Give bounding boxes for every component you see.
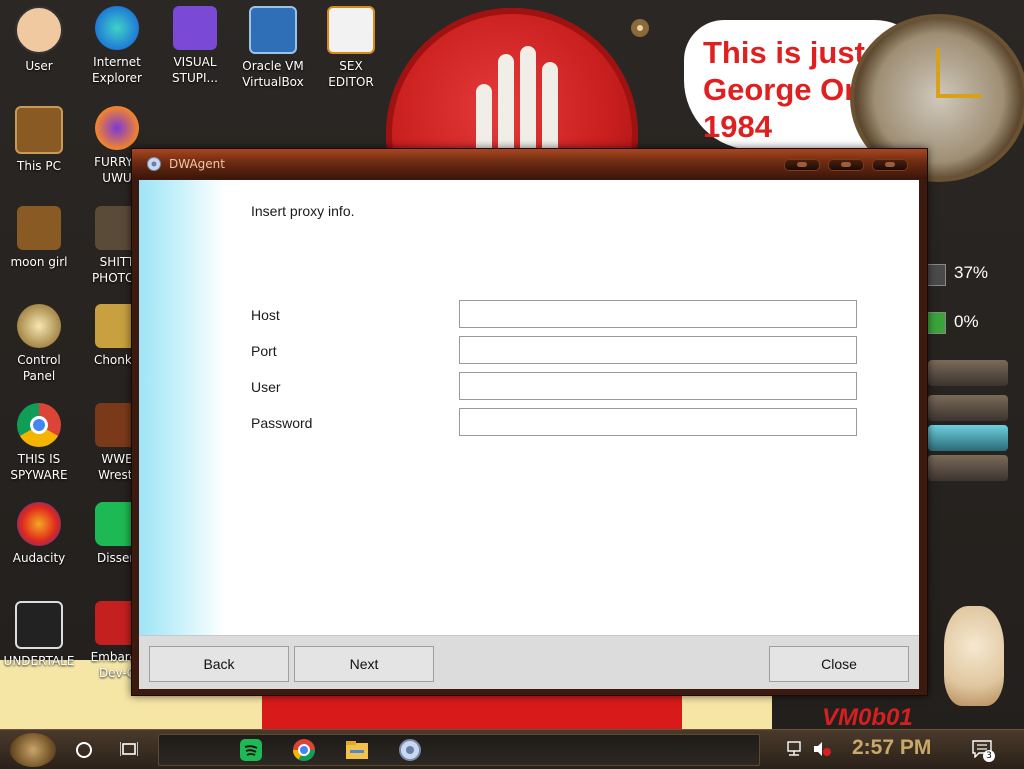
hex-editor-icon bbox=[327, 6, 375, 54]
gear-icon bbox=[631, 19, 649, 37]
computer-icon bbox=[15, 106, 63, 154]
virtualbox-icon bbox=[249, 6, 297, 54]
desktop-icon-audacity[interactable]: Audacity bbox=[0, 502, 78, 566]
host-input[interactable] bbox=[459, 300, 857, 328]
start-button[interactable] bbox=[10, 733, 56, 767]
file-explorer-icon[interactable] bbox=[344, 737, 370, 763]
window-title: DWAgent bbox=[169, 157, 225, 171]
next-button[interactable]: Next bbox=[294, 646, 434, 682]
lightbulb-icon bbox=[17, 304, 61, 348]
hamster-image bbox=[944, 606, 1004, 706]
desktop-icon-moon-girl[interactable]: moon girl bbox=[0, 206, 78, 270]
window-titlebar[interactable]: DWAgent bbox=[132, 149, 927, 179]
desktop-icon-user[interactable]: User bbox=[0, 6, 78, 74]
spotify-icon[interactable] bbox=[238, 737, 264, 763]
wallpaper-watermark: VM0b01 bbox=[822, 704, 913, 731]
desktop-icon-control-panel[interactable]: Control Panel bbox=[0, 304, 78, 384]
cpu-percent: 37% bbox=[954, 263, 989, 282]
desktop-icon-chrome[interactable]: THIS IS SPYWARE bbox=[0, 403, 78, 483]
chrome-icon bbox=[17, 403, 61, 447]
host-label: Host bbox=[251, 307, 280, 323]
task-view-icon[interactable] bbox=[120, 741, 138, 757]
user-avatar-icon bbox=[15, 6, 63, 54]
maximize-button[interactable] bbox=[828, 159, 864, 171]
close-window-button[interactable] bbox=[872, 159, 908, 171]
back-button[interactable]: Back bbox=[149, 646, 289, 682]
network-icon[interactable] bbox=[786, 740, 806, 758]
search-circle-icon[interactable] bbox=[76, 742, 92, 758]
close-button[interactable]: Close bbox=[769, 646, 909, 682]
folder-icon bbox=[17, 206, 61, 250]
desktop-icon-internet-explorer[interactable]: Internet Explorer bbox=[78, 6, 156, 86]
desktop-icon-virtualbox[interactable]: Oracle VM VirtualBox bbox=[234, 6, 312, 90]
port-label: Port bbox=[251, 343, 277, 359]
visual-studio-icon bbox=[173, 6, 217, 50]
notification-count-badge: 3 bbox=[983, 750, 995, 762]
window-client-area: Insert proxy info. Host Port User Passwo… bbox=[139, 180, 919, 689]
audacity-icon bbox=[17, 502, 61, 546]
dwagent-app-icon bbox=[147, 157, 161, 171]
user-label: User bbox=[251, 379, 281, 395]
desktop-icon-hex-editor[interactable]: SEX EDITOR bbox=[312, 6, 390, 90]
dwagent-icon[interactable] bbox=[397, 737, 423, 763]
taskbar: 2:57 PM 3 bbox=[0, 729, 1024, 769]
password-input[interactable] bbox=[459, 408, 857, 436]
memory-percent: 0% bbox=[954, 312, 979, 331]
memory-gauge-icon bbox=[926, 312, 946, 334]
edge-browser-icon bbox=[95, 6, 139, 50]
proxy-prompt: Insert proxy info. bbox=[251, 203, 355, 219]
port-input[interactable] bbox=[459, 336, 857, 364]
volume-muted-icon[interactable] bbox=[812, 740, 832, 758]
decorative-gradient bbox=[139, 180, 225, 635]
cpu-gauge-icon bbox=[926, 264, 946, 286]
button-bar: Back Next Close bbox=[139, 635, 919, 689]
taskbar-clock[interactable]: 2:57 PM bbox=[852, 736, 931, 760]
dwagent-window: DWAgent Insert proxy info. Host Port Use… bbox=[131, 148, 928, 696]
chrome-icon[interactable] bbox=[291, 737, 317, 763]
unity-icon bbox=[15, 601, 63, 649]
hand-icon bbox=[476, 44, 568, 154]
password-label: Password bbox=[251, 415, 313, 431]
firefox-icon bbox=[95, 106, 139, 150]
minimize-button[interactable] bbox=[784, 159, 820, 171]
desktop-icon-undertale[interactable]: UNDERTALE bbox=[0, 601, 78, 669]
desktop-icon-this-pc[interactable]: This PC bbox=[0, 106, 78, 174]
desktop-icon-visual-studio[interactable]: VISUAL STUPI... bbox=[156, 6, 234, 86]
user-input[interactable] bbox=[459, 372, 857, 400]
